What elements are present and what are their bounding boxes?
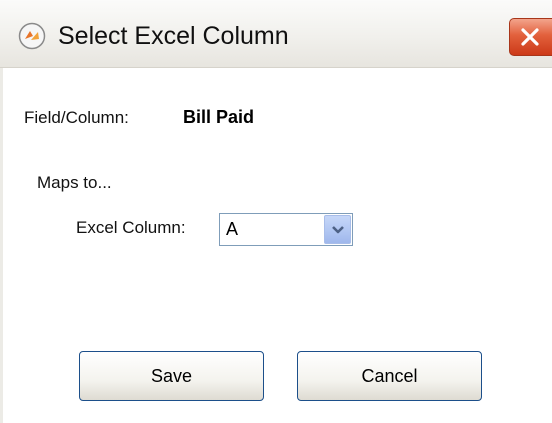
dialog-title: Select Excel Column	[58, 22, 289, 50]
excel-column-selected-value: A	[226, 219, 239, 239]
cancel-button[interactable]: Cancel	[297, 351, 482, 401]
select-excel-column-dialog: Select Excel Column Field/Column: Bill P…	[0, 0, 552, 423]
save-button[interactable]: Save	[79, 351, 264, 401]
maps-to-heading: Maps to...	[37, 173, 112, 192]
window-border	[0, 68, 3, 423]
field-column-value: Bill Paid	[183, 107, 255, 127]
excel-column-select[interactable]: A	[219, 213, 353, 246]
chevron-down-icon	[332, 226, 344, 234]
field-column-label: Field/Column:	[24, 108, 129, 127]
close-icon	[521, 28, 539, 46]
title-bar[interactable]: Select Excel Column	[0, 0, 552, 68]
close-button[interactable]	[509, 18, 552, 56]
excel-column-label: Excel Column:	[76, 218, 186, 237]
app-icon	[18, 22, 46, 50]
dropdown-button[interactable]	[324, 215, 351, 244]
